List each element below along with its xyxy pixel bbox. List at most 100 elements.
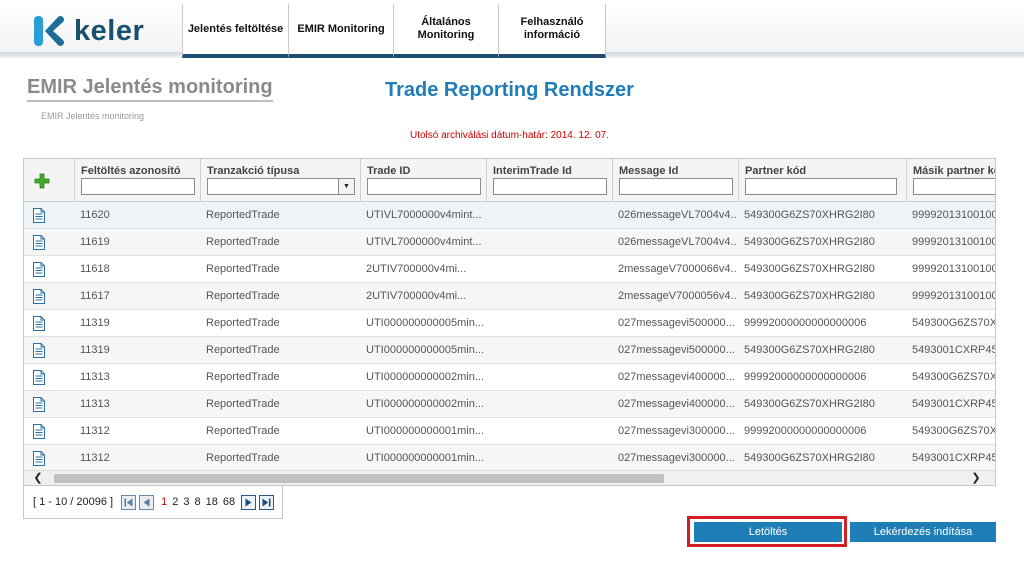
first-page-icon[interactable]	[121, 494, 137, 510]
table-cell-trade-id: UTI000000000001min...	[366, 452, 484, 464]
table-cell-partner: 549300G6ZS70XHRG2I80	[744, 452, 875, 464]
column-header[interactable]: Feltöltés azonosító	[81, 165, 200, 177]
next-page-icon[interactable]	[241, 494, 257, 510]
table-cell-tx-type: ReportedTrade	[206, 290, 280, 302]
table-cell-other-partner: 99992013100100	[912, 209, 996, 221]
last-page-icon[interactable]	[259, 494, 275, 510]
table-cell-trade-id: UTIVL7000000v4mint...	[366, 209, 482, 221]
table-cell-message-id: 027messagevi500000...	[618, 317, 735, 329]
document-icon[interactable]	[33, 289, 45, 304]
table-cell-upload-id: 11313	[80, 371, 110, 383]
pagination: [ 1 - 10 / 20096 ] 1 2 3 8 18 68	[23, 486, 283, 519]
col-message-id: Message Id	[612, 159, 738, 202]
table-cell-other-partner: 5493001CXRP45I	[912, 452, 996, 464]
table-cell-interim-id	[492, 283, 610, 310]
table-row[interactable]: 11618 ReportedTrade 2UTIV700000v4mi... 2mes…	[24, 256, 995, 283]
column-header[interactable]: Másik partner kód	[913, 165, 995, 177]
table-cell-tx-type: ReportedTrade	[206, 398, 280, 410]
chevron-down-icon[interactable]: ▼	[338, 179, 354, 194]
nav-item-general-monitoring[interactable]: Általános Monitoring	[393, 4, 499, 58]
nav-item-emir-monitoring[interactable]: EMIR Monitoring	[288, 4, 394, 58]
filter-interim-id[interactable]	[493, 178, 607, 195]
table-cell-upload-id: 11617	[80, 290, 110, 302]
table-row[interactable]: 11313 ReportedTrade UTI000000000002min... 0…	[24, 391, 995, 418]
page-number-link[interactable]: 8	[195, 496, 201, 508]
table-cell-partner: 99992000000000000006	[744, 425, 867, 437]
col-upload-id: Feltöltés azonosító	[74, 159, 200, 202]
filter-trade-id[interactable]	[367, 178, 481, 195]
table-cell-other-partner: 549300G6ZS70XH	[912, 425, 996, 437]
scroll-right-icon[interactable]: ❯	[968, 471, 984, 485]
filter-tx-type-select[interactable]: ▼	[207, 178, 355, 195]
page-number-link[interactable]: 18	[206, 496, 218, 508]
document-icon[interactable]	[33, 316, 45, 331]
table-cell-upload-id: 11312	[80, 425, 110, 437]
scrollbar-thumb[interactable]	[54, 474, 664, 483]
table-row[interactable]: 11319 ReportedTrade UTI000000000005min... 0…	[24, 337, 996, 364]
document-icon[interactable]	[33, 370, 45, 385]
column-header[interactable]: Tranzakció típusa	[207, 165, 360, 177]
filter-other-partner[interactable]	[913, 178, 995, 195]
start-query-button[interactable]: Lekérdezés indítása	[850, 522, 996, 542]
table-cell-partner: 549300G6ZS70XHRG2I80	[744, 263, 875, 275]
page-number-link[interactable]: 1	[161, 496, 167, 508]
column-header[interactable]: Partner kód	[745, 165, 906, 177]
plus-icon[interactable]	[34, 173, 50, 189]
document-icon[interactable]	[33, 235, 45, 250]
table-cell-trade-id: UTI000000000001min...	[366, 425, 484, 437]
document-icon[interactable]	[33, 397, 45, 412]
col-other-partner: Másik partner kód	[906, 159, 995, 202]
document-icon[interactable]	[33, 424, 45, 439]
table-cell-message-id: 027messagevi300000...	[618, 452, 735, 464]
document-icon[interactable]	[33, 262, 45, 277]
table-row[interactable]: 11319 ReportedTrade UTI000000000005min... 0…	[24, 310, 995, 337]
table-cell-interim-id	[492, 418, 610, 445]
column-header[interactable]: Trade ID	[367, 165, 486, 177]
breadcrumb[interactable]: EMIR Jelentés monitoring	[41, 111, 144, 121]
table-row[interactable]: 11313 ReportedTrade UTI000000000002min... 0…	[24, 364, 995, 391]
table-row[interactable]: 11617 ReportedTrade 2UTIV700000v4mi... 2mes…	[24, 283, 995, 310]
table-cell-message-id: 027messagevi400000...	[618, 398, 735, 410]
table-cell-tx-type: ReportedTrade	[206, 263, 280, 275]
table-row[interactable]: 11312 ReportedTrade UTI000000000001min... 0…	[24, 418, 996, 445]
nav-item-user-info[interactable]: Felhasználó információ	[498, 4, 606, 58]
nav-label: Jelentés feltöltése	[187, 22, 284, 35]
document-icon[interactable]	[33, 343, 45, 358]
table-cell-message-id: 2messageV7000056v4...	[618, 290, 736, 302]
table-cell-tx-type: ReportedTrade	[206, 452, 280, 464]
table-cell-other-partner: 5493001CXRP45I	[912, 344, 996, 356]
filter-upload-id[interactable]	[81, 178, 195, 195]
table-cell-partner: 99992000000000000006	[744, 371, 867, 383]
record-range: [ 1 - 10 / 20096 ]	[33, 496, 114, 508]
keler-logo[interactable]: keler	[32, 13, 144, 49]
column-header[interactable]: InterimTrade Id	[493, 165, 612, 177]
table-row[interactable]: 11619 ReportedTrade UTIVL7000000v4mint... 0…	[24, 229, 995, 256]
table-cell-trade-id: 2UTIV700000v4mi...	[366, 263, 467, 275]
column-header[interactable]: Message Id	[619, 165, 738, 177]
filter-partner[interactable]	[745, 178, 897, 195]
horizontal-scrollbar[interactable]: ❮ ❯	[24, 470, 995, 485]
table-row[interactable]: 11312 ReportedTrade UTI000000000001min... 0…	[24, 445, 996, 472]
table-cell-message-id: 027messagevi400000...	[618, 371, 735, 383]
scroll-left-icon[interactable]: ❮	[30, 471, 46, 485]
nav-label: Általános Monitoring	[417, 16, 475, 41]
table-cell-upload-id: 11620	[80, 209, 110, 221]
previous-page-icon[interactable]	[139, 494, 155, 510]
document-icon[interactable]	[33, 208, 45, 223]
page-number-link[interactable]: 3	[183, 496, 189, 508]
page-number-link[interactable]: 2	[172, 496, 178, 508]
table-cell-partner: 549300G6ZS70XHRG2I80	[744, 236, 875, 248]
table-header: Feltöltés azonosító Tranzakció típusa ▼ …	[24, 159, 995, 202]
document-icon[interactable]	[33, 451, 45, 466]
col-partner: Partner kód	[738, 159, 906, 202]
brand-name: keler	[74, 14, 145, 47]
filter-message-id[interactable]	[619, 178, 733, 195]
table-cell-partner: 549300G6ZS70XHRG2I80	[744, 209, 875, 221]
nav-label: EMIR Monitoring	[297, 22, 385, 35]
table-cell-message-id: 027messagevi500000...	[618, 344, 735, 356]
nav-item-upload-report[interactable]: Jelentés feltöltése	[182, 4, 289, 58]
table-row[interactable]: 11620 ReportedTrade UTIVL7000000v4mint... 0…	[24, 202, 996, 229]
page-number-link[interactable]: 68	[223, 496, 235, 508]
table-cell-upload-id: 11619	[80, 236, 110, 248]
table-cell-tx-type: ReportedTrade	[206, 317, 280, 329]
